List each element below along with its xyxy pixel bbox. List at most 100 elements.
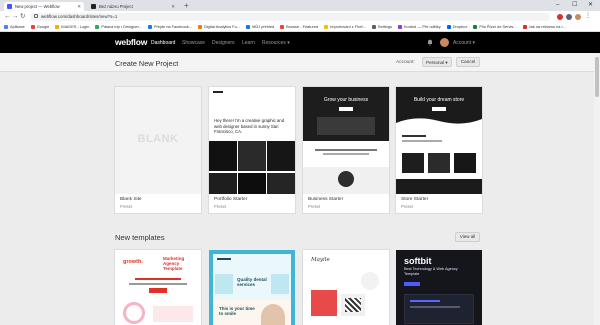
bookmark-item[interactable]: Jak na reklamu na I...	[522, 24, 566, 29]
thumb-pattern	[345, 298, 361, 312]
blank-watermark: BLANK	[137, 133, 179, 145]
thumb-image	[267, 141, 295, 171]
template-card-dental[interactable]: Quality dental services This is your tim…	[209, 250, 295, 325]
thumb-button	[432, 107, 446, 111]
thumb-button	[404, 282, 420, 286]
card-subtitle: Preset	[120, 204, 133, 209]
thumb-image	[209, 141, 237, 171]
thumb-text-line	[129, 283, 187, 285]
thumb-button	[339, 107, 353, 111]
starter-card-blank[interactable]: BLANK Blank Site Preset	[115, 87, 201, 213]
new-tab-button[interactable]: +	[184, 1, 189, 10]
thumb-text-line	[410, 306, 460, 308]
bookmark-favicon-icon	[397, 24, 402, 29]
profile-avatar-icon[interactable]	[575, 13, 581, 20]
bookmark-item[interactable]: Přejde na Facebook...	[147, 24, 192, 29]
browser-tab[interactable]: Bez názvu Project ✕	[88, 2, 178, 11]
bookmark-item[interactable]: Pálava trip • Designer...	[95, 24, 142, 29]
template-card-mayile[interactable]: Mayile	[303, 250, 389, 325]
url-text: webflow.com/dashboard/sites/new?s=1	[41, 14, 118, 20]
bookmark-item[interactable]: Settings	[371, 24, 392, 29]
account-select[interactable]: Personal ▾	[422, 57, 452, 67]
bookmark-item[interactable]: IMAGES - Login	[55, 24, 89, 29]
account-label: Account:	[396, 59, 415, 65]
thumb-text-line	[323, 153, 369, 155]
lock-icon	[34, 14, 38, 18]
template-logo: Mayile	[311, 257, 330, 263]
nav-showcase[interactable]: Showcase	[182, 40, 205, 46]
bookmark-item[interactable]: Dropbox	[446, 24, 468, 29]
bookmark-item[interactable]: MŮJ přehled	[246, 24, 274, 29]
url-input[interactable]: webflow.com/dashboard/sites/new?s=1	[30, 12, 550, 21]
thumb-image	[311, 290, 337, 316]
scrollbar[interactable]	[594, 53, 600, 325]
bookmark-item[interactable]: Browse - Featured	[280, 24, 318, 29]
nav-resources[interactable]: Resources ▾	[262, 40, 290, 46]
bookmark-label: Digital Analytics Fu...	[203, 24, 241, 29]
minimize-icon[interactable]: –	[556, 1, 559, 9]
close-tab-icon[interactable]: ✕	[171, 4, 175, 10]
thumb-text-line	[410, 300, 440, 302]
close-window-icon[interactable]: ✕	[588, 1, 593, 9]
cancel-button[interactable]: Cancel	[456, 57, 480, 67]
browser-tab-active[interactable]: New project — Webflow ✕	[4, 2, 84, 11]
bookmark-favicon-icon	[30, 24, 35, 29]
bookmark-favicon-icon	[147, 24, 152, 29]
maximize-icon[interactable]: ☐	[572, 1, 577, 9]
nav-designers[interactable]: Designers	[212, 40, 235, 46]
bell-icon[interactable]	[427, 39, 433, 46]
starter-thumbnail: Hey there! I'm a creative graphic and we…	[209, 87, 295, 194]
account-menu[interactable]: Account ▾	[453, 40, 475, 46]
template-card-softbit[interactable]: softbit Best Technology & Web Agency Tem…	[396, 250, 482, 325]
forward-icon[interactable]: →	[12, 12, 19, 21]
nav-dashboard[interactable]: Dashboard	[151, 40, 175, 46]
bookmarks-bar: Aplikace Google IMAGES - Login Pálava trip …	[0, 22, 600, 32]
scrollbar-thumb[interactable]	[595, 57, 599, 97]
card-subtitle: Preset	[214, 204, 227, 209]
webflow-header: webflow Dashboard Showcase Designers Lea…	[0, 32, 600, 53]
starter-card-business[interactable]: Grow your business Business Starter Pres…	[303, 87, 389, 213]
thumb-text-line	[315, 149, 377, 151]
thumb-hero-text: Hey there! I'm a creative graphic and we…	[214, 118, 285, 134]
bookmark-favicon-icon	[197, 24, 202, 29]
bookmark-item[interactable]: Importování z Firef...	[324, 24, 366, 29]
starter-card-store[interactable]: Build your dream store Store Starter Pre…	[396, 87, 482, 213]
bookmark-item[interactable]: Aplikace	[4, 24, 25, 29]
page-title: Create New Project	[115, 58, 179, 68]
thumb-image	[404, 294, 474, 324]
bookmark-item[interactable]: Pilo Řízeí de Servis...	[473, 24, 517, 29]
thumb-text-line	[402, 140, 442, 142]
template-card-growth[interactable]: growth. Marketing Agency Template	[115, 250, 201, 325]
bookmark-label: Browse - Featured	[286, 24, 319, 29]
bookmark-label: Dropbox	[452, 24, 468, 29]
starter-card-portfolio[interactable]: Hey there! I'm a creative graphic and we…	[209, 87, 295, 213]
thumb-shape	[361, 272, 379, 290]
thumb-hero-text: Build your dream store	[413, 97, 465, 103]
card-subtitle: Preset	[308, 204, 321, 209]
nav-learn[interactable]: Learn	[242, 40, 255, 46]
close-tab-icon[interactable]: ✕	[77, 4, 81, 10]
thumb-image	[267, 173, 295, 194]
bookmark-favicon-icon	[95, 24, 100, 29]
extension-icon[interactable]	[557, 13, 563, 20]
bookmark-item[interactable]: Google	[30, 24, 49, 29]
view-all-button[interactable]: View all	[455, 232, 480, 242]
reload-icon[interactable]: ↻	[20, 12, 25, 21]
starter-thumbnail: BLANK	[115, 87, 201, 194]
bookmark-label: Pálava trip • Designer...	[101, 24, 142, 29]
bookmark-item[interactable]: Digital Analytics Fu...	[197, 24, 241, 29]
bookmark-favicon-icon	[55, 24, 60, 29]
bookmark-item[interactable]: Kontrol — Pře udělky	[397, 24, 441, 29]
bookmark-label: Jak na reklamu na I...	[528, 24, 566, 29]
back-icon[interactable]: ←	[4, 12, 11, 21]
extension-icon[interactable]	[566, 13, 572, 20]
thumb-footer	[396, 179, 482, 194]
menu-icon[interactable]: ⋮	[585, 12, 591, 19]
thumb-image	[153, 306, 193, 322]
bookmark-label: Kontrol — Pře udělky	[403, 24, 441, 29]
thumb-image	[338, 171, 354, 187]
webflow-logo[interactable]: webflow	[115, 37, 147, 47]
avatar[interactable]	[440, 38, 449, 47]
thumb-product	[454, 153, 476, 173]
card-title: Store Starter	[401, 197, 429, 202]
